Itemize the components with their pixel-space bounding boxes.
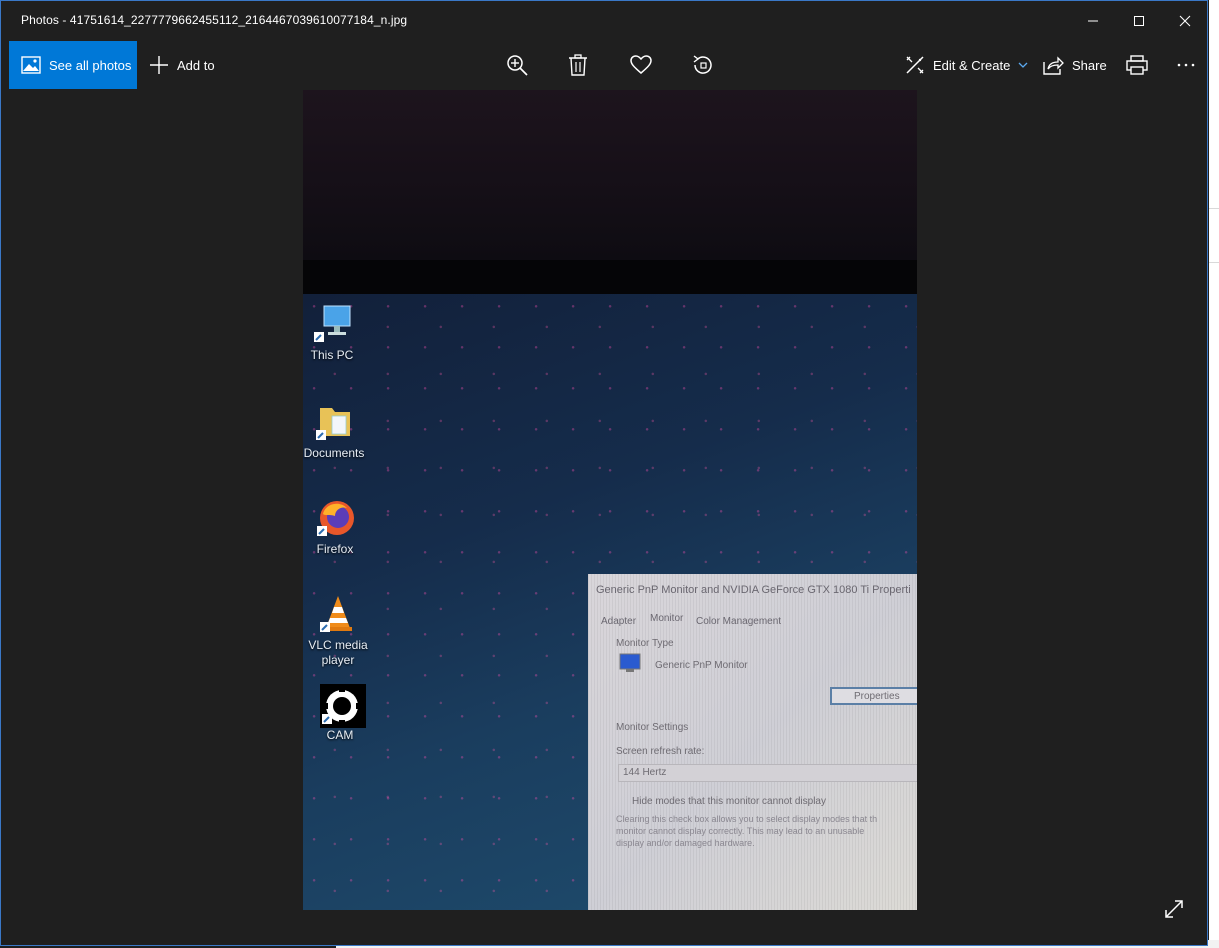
display-properties-dialog: Generic PnP Monitor and NVIDIA GeForce G…: [588, 574, 917, 910]
see-all-photos-button[interactable]: See all photos: [9, 41, 137, 89]
minimize-button[interactable]: [1070, 1, 1116, 41]
refresh-rate-label: Screen refresh rate:: [616, 746, 705, 757]
photos-app-window: Photos - 41751614_2277779662455112_21644…: [0, 0, 1208, 946]
plus-icon: [149, 55, 169, 75]
rotate-button[interactable]: [683, 41, 723, 89]
see-all-photos-label: See all photos: [49, 57, 132, 73]
properties-label: Properties: [854, 690, 900, 702]
minimize-icon: [1088, 20, 1098, 22]
printer-icon: [1126, 55, 1148, 75]
photos-icon: [21, 56, 41, 74]
zoom-button[interactable]: [497, 41, 537, 89]
divider: [1209, 262, 1219, 263]
delete-button[interactable]: [558, 41, 598, 89]
desktop-icon-label: player: [321, 653, 355, 667]
trash-icon: [569, 54, 587, 76]
rotate-icon: [693, 55, 712, 74]
title-bar: Photos - 41751614_2277779662455112_21644…: [1, 1, 1207, 41]
hint-text: Clearing this check box allows you to se…: [616, 814, 878, 824]
fullscreen-button[interactable]: [1161, 896, 1187, 922]
edit-create-button[interactable]: Edit & Create: [905, 41, 1028, 89]
monitor-settings-label: Monitor Settings: [616, 722, 689, 733]
share-button[interactable]: Share: [1043, 41, 1107, 89]
share-icon: [1043, 55, 1064, 75]
close-button[interactable]: [1162, 1, 1207, 41]
desktop-icon-cam: CAM: [305, 684, 375, 743]
computer-icon: [310, 304, 354, 344]
refresh-rate-value: 144 Hertz: [623, 767, 667, 778]
folder-icon: [312, 402, 356, 442]
share-label: Share: [1072, 57, 1107, 73]
hint-text: monitor cannot display correctly. This m…: [616, 826, 865, 836]
desktop-icon-label: VLC media: [308, 638, 368, 652]
monitor-icon: [618, 652, 644, 677]
photo-view[interactable]: This PC Documents Firefox VLC media play…: [303, 90, 917, 910]
hide-modes-checkbox-label: Hide modes that this monitor cannot disp…: [632, 796, 826, 807]
desktop-icon-this-pc: This PC: [303, 304, 367, 363]
more-options-button[interactable]: [1166, 41, 1206, 89]
edit-create-icon: [905, 55, 925, 75]
add-to-button[interactable]: Add to: [149, 41, 215, 89]
chevron-down-icon: [1018, 62, 1028, 68]
more-icon: [1177, 63, 1195, 67]
refresh-rate-select: 144 Hertz: [618, 764, 917, 782]
toolbar: See all photos Add to Edit & Create Shar…: [9, 41, 1201, 89]
tab-color-management: Color Management: [696, 616, 782, 627]
favorite-button[interactable]: [621, 41, 661, 89]
photo-desktop-screen: This PC Documents Firefox VLC media play…: [303, 294, 917, 910]
properties-button: Properties: [830, 687, 917, 705]
dialog-title: Generic PnP Monitor and NVIDIA GeForce G…: [596, 584, 911, 596]
vlc-cone-icon: [316, 594, 360, 634]
window-title: Photos - 41751614_2277779662455112_21644…: [21, 13, 408, 27]
desktop-icon-label: Firefox: [316, 542, 354, 556]
tab-adapter: Adapter: [601, 616, 637, 627]
divider: [1209, 208, 1219, 209]
print-button[interactable]: [1117, 41, 1157, 89]
expand-icon: [1165, 900, 1183, 918]
desktop-icon-label: Documents: [303, 446, 365, 460]
hint-text: display and/or damaged hardware.: [616, 838, 755, 848]
tab-monitor: Monitor: [650, 613, 684, 624]
maximize-button[interactable]: [1116, 1, 1162, 41]
edit-create-label: Edit & Create: [933, 57, 1011, 73]
close-icon: [1179, 15, 1191, 27]
zoom-in-icon: [507, 55, 528, 76]
desktop-icon-documents: Documents: [303, 402, 369, 461]
firefox-icon: [313, 498, 357, 538]
add-to-label: Add to: [177, 57, 215, 73]
heart-icon: [630, 55, 652, 74]
cam-gear-icon: [318, 684, 366, 728]
desktop-icon-vlc: VLC media player: [303, 594, 373, 668]
desktop-icon-firefox: Firefox: [303, 498, 370, 557]
monitor-name: Generic PnP Monitor: [655, 660, 748, 671]
photo-room-background: [303, 90, 917, 260]
photo-monitor-bezel: [303, 260, 917, 294]
maximize-icon: [1134, 16, 1144, 26]
desktop-icon-label: This PC: [310, 348, 354, 362]
background-window-edge: [1209, 0, 1219, 948]
monitor-type-label: Monitor Type: [616, 638, 674, 649]
desktop-icon-label: CAM: [326, 728, 354, 742]
